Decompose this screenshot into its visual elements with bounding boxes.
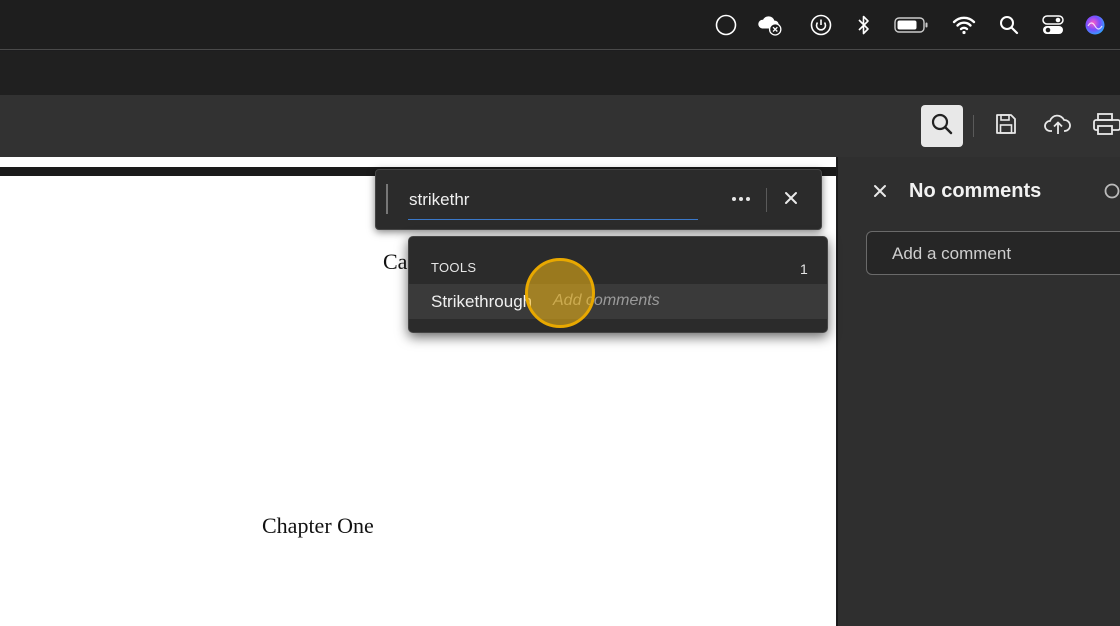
control-center-icon[interactable] <box>1040 12 1066 38</box>
chapter-heading: Chapter One <box>262 513 374 538</box>
cloud-upload-button[interactable] <box>1037 105 1079 147</box>
record-circle-icon[interactable] <box>713 12 739 38</box>
toolbar-divider <box>973 115 974 137</box>
more-options-button[interactable] <box>730 188 752 210</box>
panel-title: No comments <box>909 180 1042 202</box>
suggestion-item-strikethrough[interactable]: Strikethrough Add comments <box>409 284 827 319</box>
find-input[interactable]: strikethr <box>409 190 469 210</box>
print-icon <box>1091 112 1120 141</box>
comments-panel: No comments Add a comment <box>837 157 1120 626</box>
document-title-partial: Ca <box>383 249 408 274</box>
find-suggestions-dropdown: TOOLS 1 Strikethrough Add comments <box>408 236 828 333</box>
comment-search-icon[interactable] <box>1104 183 1120 203</box>
find-bar-divider <box>766 188 767 212</box>
toolbar <box>0 95 1120 157</box>
close-panel-button[interactable] <box>870 183 890 203</box>
bluetooth-icon[interactable] <box>851 12 877 38</box>
section-label: TOOLS <box>431 260 477 275</box>
close-find-button[interactable] <box>780 189 802 211</box>
click-highlight <box>525 258 595 328</box>
wifi-icon[interactable] <box>951 12 977 38</box>
section-count: 1 <box>800 261 808 277</box>
spotlight-search-icon[interactable] <box>996 12 1022 38</box>
battery-icon[interactable] <box>893 12 931 38</box>
ellipsis-icon <box>732 197 736 201</box>
save-button[interactable] <box>985 105 1027 147</box>
search-icon <box>930 112 954 141</box>
print-button[interactable] <box>1091 105 1120 147</box>
power-icon[interactable] <box>808 12 834 38</box>
menu-bar <box>0 0 1120 50</box>
search-button[interactable] <box>921 105 963 147</box>
find-input-underline <box>408 219 698 220</box>
add-comment-placeholder: Add a comment <box>892 244 1012 263</box>
siri-icon[interactable] <box>1082 12 1108 38</box>
save-icon <box>994 112 1018 141</box>
close-icon <box>873 184 887 203</box>
find-bar-grip <box>386 184 388 214</box>
cloud-upload-icon <box>1044 112 1072 141</box>
cloud-offline-icon[interactable] <box>757 12 783 38</box>
add-comment-input[interactable]: Add a comment <box>866 231 1120 275</box>
find-bar: strikethr <box>375 169 822 230</box>
app-title-bar <box>0 51 1120 95</box>
close-icon <box>784 191 798 210</box>
suggestion-name: Strikethrough <box>431 292 533 311</box>
